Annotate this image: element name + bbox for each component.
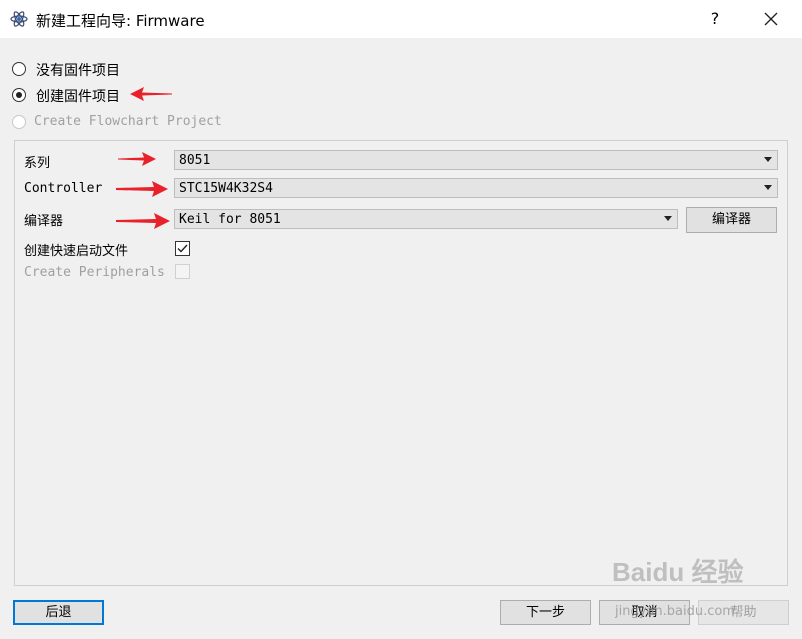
peripherals-label: Create Peripherals xyxy=(24,265,165,280)
series-select[interactable]: 8051 xyxy=(174,150,778,170)
annotation-arrow-icon xyxy=(130,87,172,101)
close-icon[interactable] xyxy=(756,4,786,34)
annotation-arrow-icon xyxy=(116,181,168,197)
startup-file-label: 创建快速启动文件 xyxy=(24,244,129,259)
chevron-down-icon xyxy=(764,185,772,190)
watermark: Baidu 经验 xyxy=(612,552,743,589)
radio-flowchart[interactable] xyxy=(12,115,26,129)
startup-file-checkbox[interactable] xyxy=(175,241,190,256)
help-title-button[interactable]: ? xyxy=(700,4,730,34)
annotation-arrow-icon xyxy=(118,152,156,166)
peripherals-checkbox[interactable] xyxy=(175,264,190,279)
watermark-url: jingyan.baidu.com xyxy=(615,604,735,619)
chevron-down-icon xyxy=(664,216,672,221)
settings-panel xyxy=(14,140,788,586)
annotation-arrow-icon xyxy=(116,213,170,229)
chevron-down-icon xyxy=(764,157,772,162)
compiler-button[interactable]: 编译器 xyxy=(686,207,777,233)
radio-no-firmware[interactable] xyxy=(12,62,26,76)
watermark-brand: Baidu 经验 xyxy=(612,557,744,587)
next-button[interactable]: 下一步 xyxy=(500,600,591,625)
back-button[interactable]: 后退 xyxy=(13,600,104,625)
window-title: 新建工程向导: Firmware xyxy=(36,12,205,30)
series-label: 系列 xyxy=(24,156,51,171)
radio-create-firmware-label: 创建固件项目 xyxy=(36,89,120,105)
compiler-label: 编译器 xyxy=(24,214,64,229)
radio-no-firmware-label: 没有固件项目 xyxy=(36,63,120,79)
checkmark-icon xyxy=(177,244,188,253)
series-value: 8051 xyxy=(179,153,211,168)
atom-icon xyxy=(10,11,28,27)
radio-flowchart-label: Create Flowchart Project xyxy=(34,114,222,129)
controller-select[interactable]: STC15W4K32S4 xyxy=(174,178,778,198)
title-bar: 新建工程向导: Firmware ? xyxy=(0,0,802,38)
compiler-value: Keil for 8051 xyxy=(179,212,281,227)
controller-label: Controller xyxy=(24,181,103,196)
radio-create-firmware[interactable] xyxy=(12,88,26,102)
compiler-select[interactable]: Keil for 8051 xyxy=(174,209,678,229)
controller-value: STC15W4K32S4 xyxy=(179,181,273,196)
